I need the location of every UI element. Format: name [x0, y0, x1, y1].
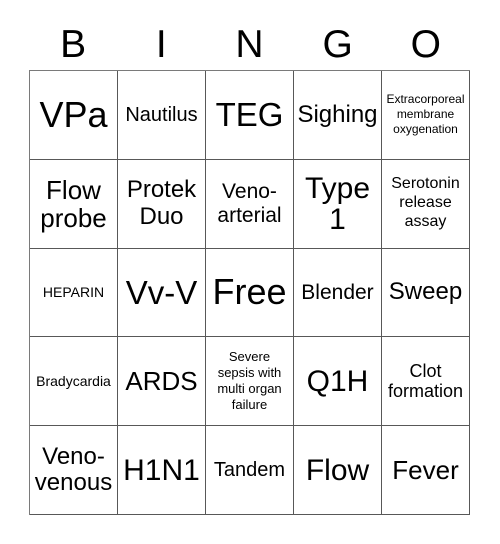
bingo-cell-label: Nautilus — [125, 103, 198, 126]
bingo-cell-label: Serotonin release assay — [391, 175, 460, 231]
bingo-cell[interactable]: Blender — [294, 248, 382, 338]
bingo-cell[interactable]: Extracorporeal membrane oxygenation — [382, 71, 470, 160]
bingo-cell-label: Protek Duo — [126, 176, 197, 230]
bingo-header-letter-b: B — [60, 22, 87, 66]
bingo-cell[interactable]: VPa — [30, 71, 118, 160]
bingo-cell-label: Type 1 — [304, 171, 371, 236]
bingo-cell-label: Vv-V — [125, 273, 198, 311]
bingo-cell[interactable]: ARDS — [118, 337, 206, 427]
bingo-cell[interactable]: Veno-arterial — [206, 159, 294, 249]
bingo-cell[interactable]: TEG — [206, 71, 294, 160]
bingo-card: B I N G O VPa Nautilus TEG Sighing Extra… — [0, 0, 500, 544]
bingo-cell-label: Flow probe — [40, 174, 107, 233]
bingo-cell-label: Q1H — [306, 364, 369, 398]
bingo-cell[interactable]: Free — [206, 248, 294, 338]
bingo-cell[interactable]: Veno-venous — [30, 426, 118, 515]
bingo-cell-label: Severe sepsis with multi organ failure — [217, 349, 282, 413]
bingo-cell[interactable]: Type 1 — [294, 159, 382, 249]
bingo-cell[interactable]: Q1H — [294, 337, 382, 427]
bingo-cell[interactable]: Tandem — [206, 426, 294, 515]
bingo-cell-label: ARDS — [125, 366, 198, 397]
bingo-cell[interactable]: Nautilus — [118, 71, 206, 160]
bingo-cell[interactable]: Sweep — [382, 248, 470, 338]
bingo-cell-label: Clot formation — [387, 360, 464, 402]
bingo-header-letter-g: G — [322, 22, 353, 66]
bingo-cell[interactable]: Flow probe — [30, 159, 118, 249]
bingo-header-letter-n: N — [235, 22, 264, 66]
bingo-cell[interactable]: Serotonin release assay — [382, 159, 470, 249]
bingo-cell[interactable]: H1N1 — [118, 426, 206, 515]
bingo-cell[interactable]: Severe sepsis with multi organ failure — [206, 337, 294, 427]
bingo-cell-label: HEPARIN — [42, 283, 105, 300]
bingo-cell-label: H1N1 — [123, 453, 200, 487]
bingo-cell-label: Veno-arterial — [217, 180, 282, 227]
bingo-cell-label: Fever — [392, 455, 459, 486]
bingo-header: B I N G O — [29, 18, 470, 70]
bingo-cell-label: Sighing — [297, 100, 378, 128]
bingo-header-letter-i: I — [155, 22, 167, 66]
bingo-cell-label: Tandem — [213, 458, 286, 481]
bingo-cell-label: VPa — [39, 93, 108, 135]
bingo-cell-label: TEG — [215, 96, 284, 134]
bingo-cell-label: Veno-venous — [34, 442, 113, 497]
bingo-cell-label: Bradycardia — [36, 372, 111, 389]
bingo-cell-label: Free — [212, 271, 287, 313]
bingo-cell-label: Blender — [301, 280, 374, 304]
bingo-cell-label: Extracorporeal membrane oxygenation — [386, 92, 465, 137]
bingo-cell[interactable]: Flow — [294, 426, 382, 515]
bingo-grid: VPa Nautilus TEG Sighing Extracorporeal … — [29, 70, 470, 515]
bingo-cell[interactable]: Sighing — [294, 71, 382, 160]
bingo-cell[interactable]: Fever — [382, 426, 470, 515]
bingo-cell-label: Sweep — [388, 278, 463, 306]
bingo-cell[interactable]: Vv-V — [118, 248, 206, 338]
bingo-cell-label: Flow — [305, 453, 370, 487]
bingo-cell[interactable]: Protek Duo — [118, 159, 206, 249]
bingo-cell[interactable]: Bradycardia — [30, 337, 118, 427]
bingo-cell[interactable]: Clot formation — [382, 337, 470, 427]
bingo-header-letter-o: O — [410, 22, 442, 66]
bingo-cell[interactable]: HEPARIN — [30, 248, 118, 338]
